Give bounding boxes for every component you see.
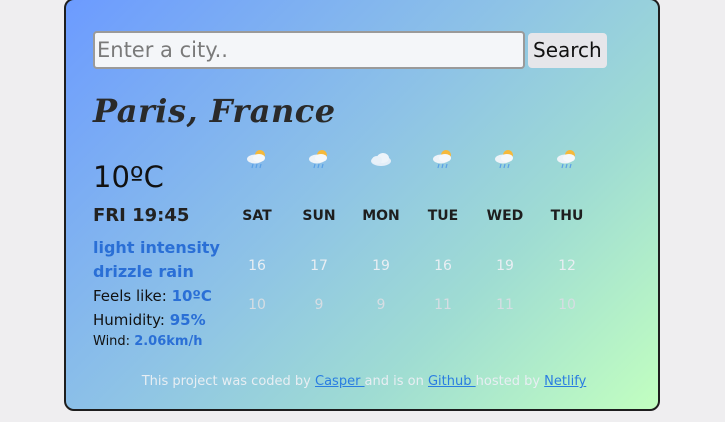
sun-cloud-rain-icon: [557, 150, 575, 169]
forecast-low: 11: [434, 297, 452, 313]
search-button[interactable]: Search: [528, 32, 607, 68]
forecast-low: 11: [496, 297, 514, 313]
forecast-high: 16: [248, 258, 266, 274]
current-datetime: FRI 19:45: [93, 205, 190, 226]
weather-description: light intensity drizzle rain: [93, 238, 220, 281]
city-search-input[interactable]: [93, 31, 525, 69]
feels-like: Feels like: 10ºC: [93, 287, 212, 305]
forecast-day-name: TUE: [427, 208, 459, 224]
forecast-day: WED 19 11: [474, 148, 536, 313]
forecast: SAT 16 10 SUN 17 9 MON 19 9 TUE 16 11 WE…: [226, 148, 606, 328]
forecast-high: 19: [372, 258, 390, 274]
humidity-value: 95%: [169, 311, 206, 329]
forecast-day: TUE 16 11: [412, 148, 474, 313]
forecast-day-name: THU: [550, 208, 584, 224]
feels-like-label: Feels like:: [93, 287, 172, 305]
footer-text: This project was coded by: [141, 374, 315, 389]
sun-cloud-rain-icon: [247, 150, 265, 169]
author-link[interactable]: Casper: [315, 374, 365, 389]
netlify-link[interactable]: Netlify: [544, 374, 586, 389]
wind: Wind: 2.06km/h: [93, 334, 202, 349]
cloud-icon: [371, 153, 391, 166]
sun-cloud-rain-icon: [309, 150, 327, 169]
wind-label: Wind:: [93, 334, 135, 349]
forecast-day-name: WED: [486, 208, 524, 224]
weather-card: Search Paris, France 10ºC FRI 19:45 ligh…: [64, 0, 660, 411]
forecast-high: 16: [434, 258, 452, 274]
footer: This project was coded by Casper and is …: [66, 374, 662, 389]
feels-like-value: 10ºC: [171, 287, 212, 305]
forecast-day: THU 12 10: [536, 148, 598, 313]
forecast-high: 17: [310, 258, 328, 274]
humidity: Humidity: 95%: [93, 311, 206, 329]
sun-cloud-rain-icon: [433, 150, 451, 169]
footer-text: hosted by: [475, 374, 545, 389]
forecast-day-name: SUN: [302, 208, 336, 224]
forecast-low: 9: [376, 297, 386, 313]
footer-text: and is on: [364, 374, 428, 389]
forecast-day: SUN 17 9: [288, 148, 350, 313]
current-temperature: 10ºC: [93, 160, 164, 194]
search-form: Search: [93, 31, 607, 69]
forecast-day: SAT 16 10: [226, 148, 288, 313]
github-link[interactable]: Github: [428, 374, 476, 389]
forecast-low: 10: [248, 297, 266, 313]
forecast-high: 19: [496, 258, 514, 274]
forecast-low: 10: [558, 297, 576, 313]
city-title: Paris, France: [93, 92, 336, 130]
forecast-day: MON 19 9: [350, 148, 412, 313]
sun-cloud-rain-icon: [495, 150, 513, 169]
forecast-low: 9: [314, 297, 324, 313]
forecast-day-name: MON: [362, 208, 400, 224]
forecast-high: 12: [558, 258, 576, 274]
wind-value: 2.06km/h: [134, 334, 203, 349]
humidity-label: Humidity:: [93, 311, 170, 329]
forecast-day-name: SAT: [242, 208, 272, 224]
